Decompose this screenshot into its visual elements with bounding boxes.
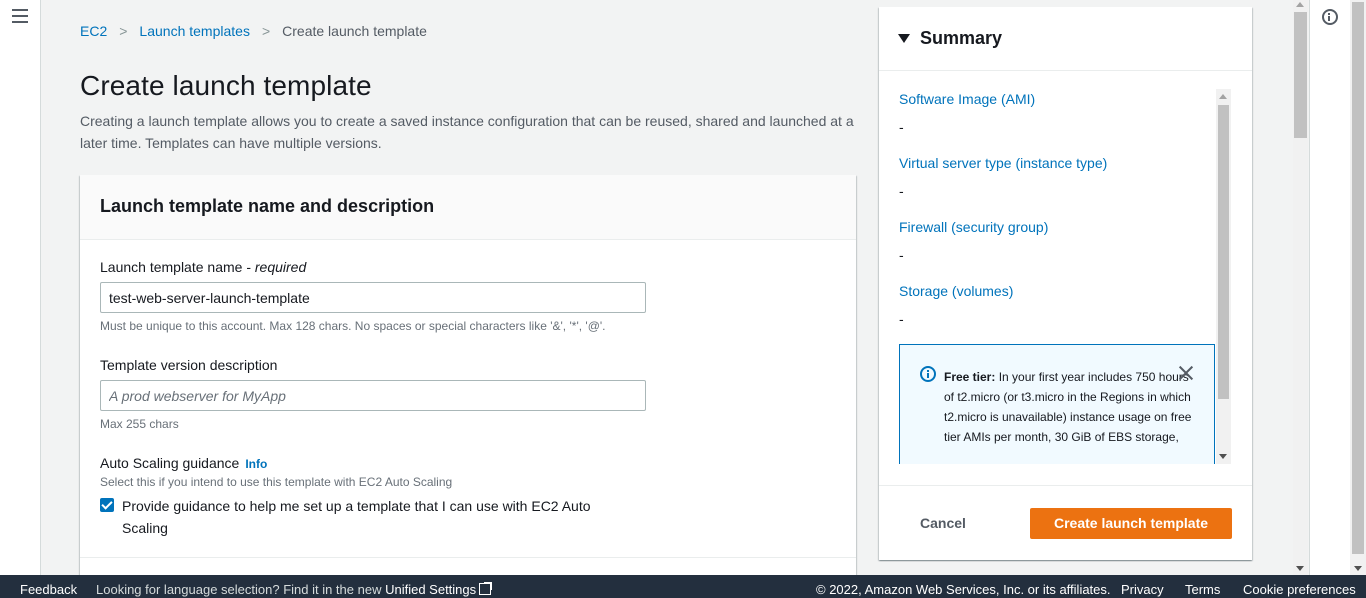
scrollbar-thumb[interactable]: [1218, 105, 1229, 399]
version-description-label: Template version description: [100, 357, 278, 373]
free-tier-heading: Free tier:: [944, 370, 996, 384]
summary-item-label[interactable]: Storage (volumes): [899, 283, 1013, 299]
breadcrumb-launch-templates[interactable]: Launch templates: [139, 23, 250, 39]
chevron-right-icon: >: [261, 23, 271, 39]
scroll-down-arrow-icon[interactable]: [1296, 566, 1304, 571]
summary-scrollbar[interactable]: [1216, 89, 1231, 464]
summary-item-value: -: [899, 119, 904, 135]
breadcrumb: EC2 > Launch templates > Create launch t…: [80, 23, 427, 39]
autoscaling-label: Auto Scaling guidance: [100, 455, 240, 471]
scroll-up-arrow-icon[interactable]: [1296, 2, 1304, 7]
info-icon: [920, 366, 936, 382]
summary-actions: Cancel Create launch template: [879, 485, 1252, 560]
scrollbar-thumb[interactable]: [1352, 2, 1364, 554]
terms-link[interactable]: Terms: [1185, 582, 1220, 597]
caret-down-icon[interactable]: [898, 34, 910, 43]
summary-item-ami: Software Image (AMI) -: [899, 91, 1035, 135]
panel-title: Launch template name and description: [100, 196, 435, 216]
breadcrumb-current: Create launch template: [282, 23, 427, 39]
template-name-label-text: Launch template name -: [100, 259, 255, 275]
unified-settings-label[interactable]: Unified Settings: [385, 582, 476, 597]
template-name-panel: Launch template name and description Lau…: [80, 175, 856, 575]
cookie-preferences-link[interactable]: Cookie preferences: [1243, 582, 1356, 597]
right-tools-panel: [1309, 0, 1350, 575]
scroll-down-arrow-icon[interactable]: [1354, 566, 1362, 571]
main-content: EC2 > Launch templates > Create launch t…: [41, 0, 869, 575]
breadcrumb-ec2[interactable]: EC2: [80, 23, 107, 39]
version-description-hint: Max 255 chars: [100, 417, 179, 431]
left-navigation: [0, 0, 41, 575]
summary-item-value: -: [899, 183, 904, 199]
divider: [80, 557, 856, 558]
autoscaling-info-link[interactable]: Info: [245, 457, 267, 471]
summary-item-label[interactable]: Virtual server type (instance type): [899, 155, 1107, 171]
hamburger-menu-icon[interactable]: [12, 9, 28, 23]
template-name-input[interactable]: [100, 282, 646, 313]
summary-item-value: -: [899, 247, 904, 263]
info-icon[interactable]: [1322, 9, 1338, 25]
unified-settings-link[interactable]: Unified Settings: [385, 582, 493, 597]
page-title: Create launch template: [80, 70, 372, 101]
summary-item-storage: Storage (volumes) -: [899, 283, 1013, 327]
create-launch-template-button[interactable]: Create launch template: [1030, 508, 1232, 539]
autoscaling-label-row: Auto Scaling guidance Info: [100, 455, 267, 471]
page-scrollbar[interactable]: [1293, 0, 1308, 575]
copyright-text: © 2022, Amazon Web Services, Inc. or its…: [816, 582, 1111, 597]
summary-title: Summary: [920, 28, 1003, 48]
summary-header[interactable]: Summary: [879, 7, 1252, 71]
chevron-right-icon: >: [119, 23, 128, 39]
version-description-input[interactable]: [100, 380, 646, 411]
summary-item-value: -: [899, 311, 904, 327]
console-footer: Feedback Looking for language selection?…: [0, 575, 1366, 598]
summary-panel: Summary Software Image (AMI) - Virtual s…: [879, 7, 1252, 560]
language-notice: Looking for language selection? Find it …: [96, 582, 493, 597]
required-text: required: [254, 259, 307, 275]
template-name-hint: Must be unique to this account. Max 128 …: [100, 319, 606, 333]
page-description: Creating a launch template allows you to…: [80, 113, 854, 151]
scroll-down-arrow-icon[interactable]: [1219, 454, 1227, 459]
free-tier-alert: Free tier: In your first year includes 7…: [899, 344, 1215, 464]
panel-header: Launch template name and description: [80, 175, 856, 240]
autoscaling-checkbox-row[interactable]: Provide guidance to help me set up a tem…: [100, 495, 620, 539]
summary-item-security-group: Firewall (security group) -: [899, 219, 1048, 263]
summary-item-label[interactable]: Software Image (AMI): [899, 91, 1035, 107]
template-name-label: Launch template name - required: [100, 259, 306, 275]
feedback-link[interactable]: Feedback: [20, 582, 77, 597]
cancel-button[interactable]: Cancel: [920, 515, 966, 531]
summary-item-label[interactable]: Firewall (security group): [899, 219, 1048, 235]
close-icon[interactable]: [1178, 365, 1194, 381]
autoscaling-hint: Select this if you intend to use this te…: [100, 475, 453, 489]
language-notice-text: Looking for language selection? Find it …: [96, 582, 386, 597]
external-link-icon: [479, 582, 493, 595]
summary-scroll-area: Software Image (AMI) - Virtual server ty…: [879, 87, 1231, 464]
autoscaling-checkbox[interactable]: [100, 498, 114, 512]
scrollbar-thumb[interactable]: [1294, 12, 1307, 138]
privacy-link[interactable]: Privacy: [1121, 582, 1164, 597]
summary-item-instance-type: Virtual server type (instance type) -: [899, 155, 1107, 199]
scroll-up-arrow-icon[interactable]: [1219, 94, 1227, 99]
window-scrollbar[interactable]: [1350, 0, 1366, 575]
autoscaling-checkbox-label[interactable]: Provide guidance to help me set up a tem…: [122, 495, 620, 539]
